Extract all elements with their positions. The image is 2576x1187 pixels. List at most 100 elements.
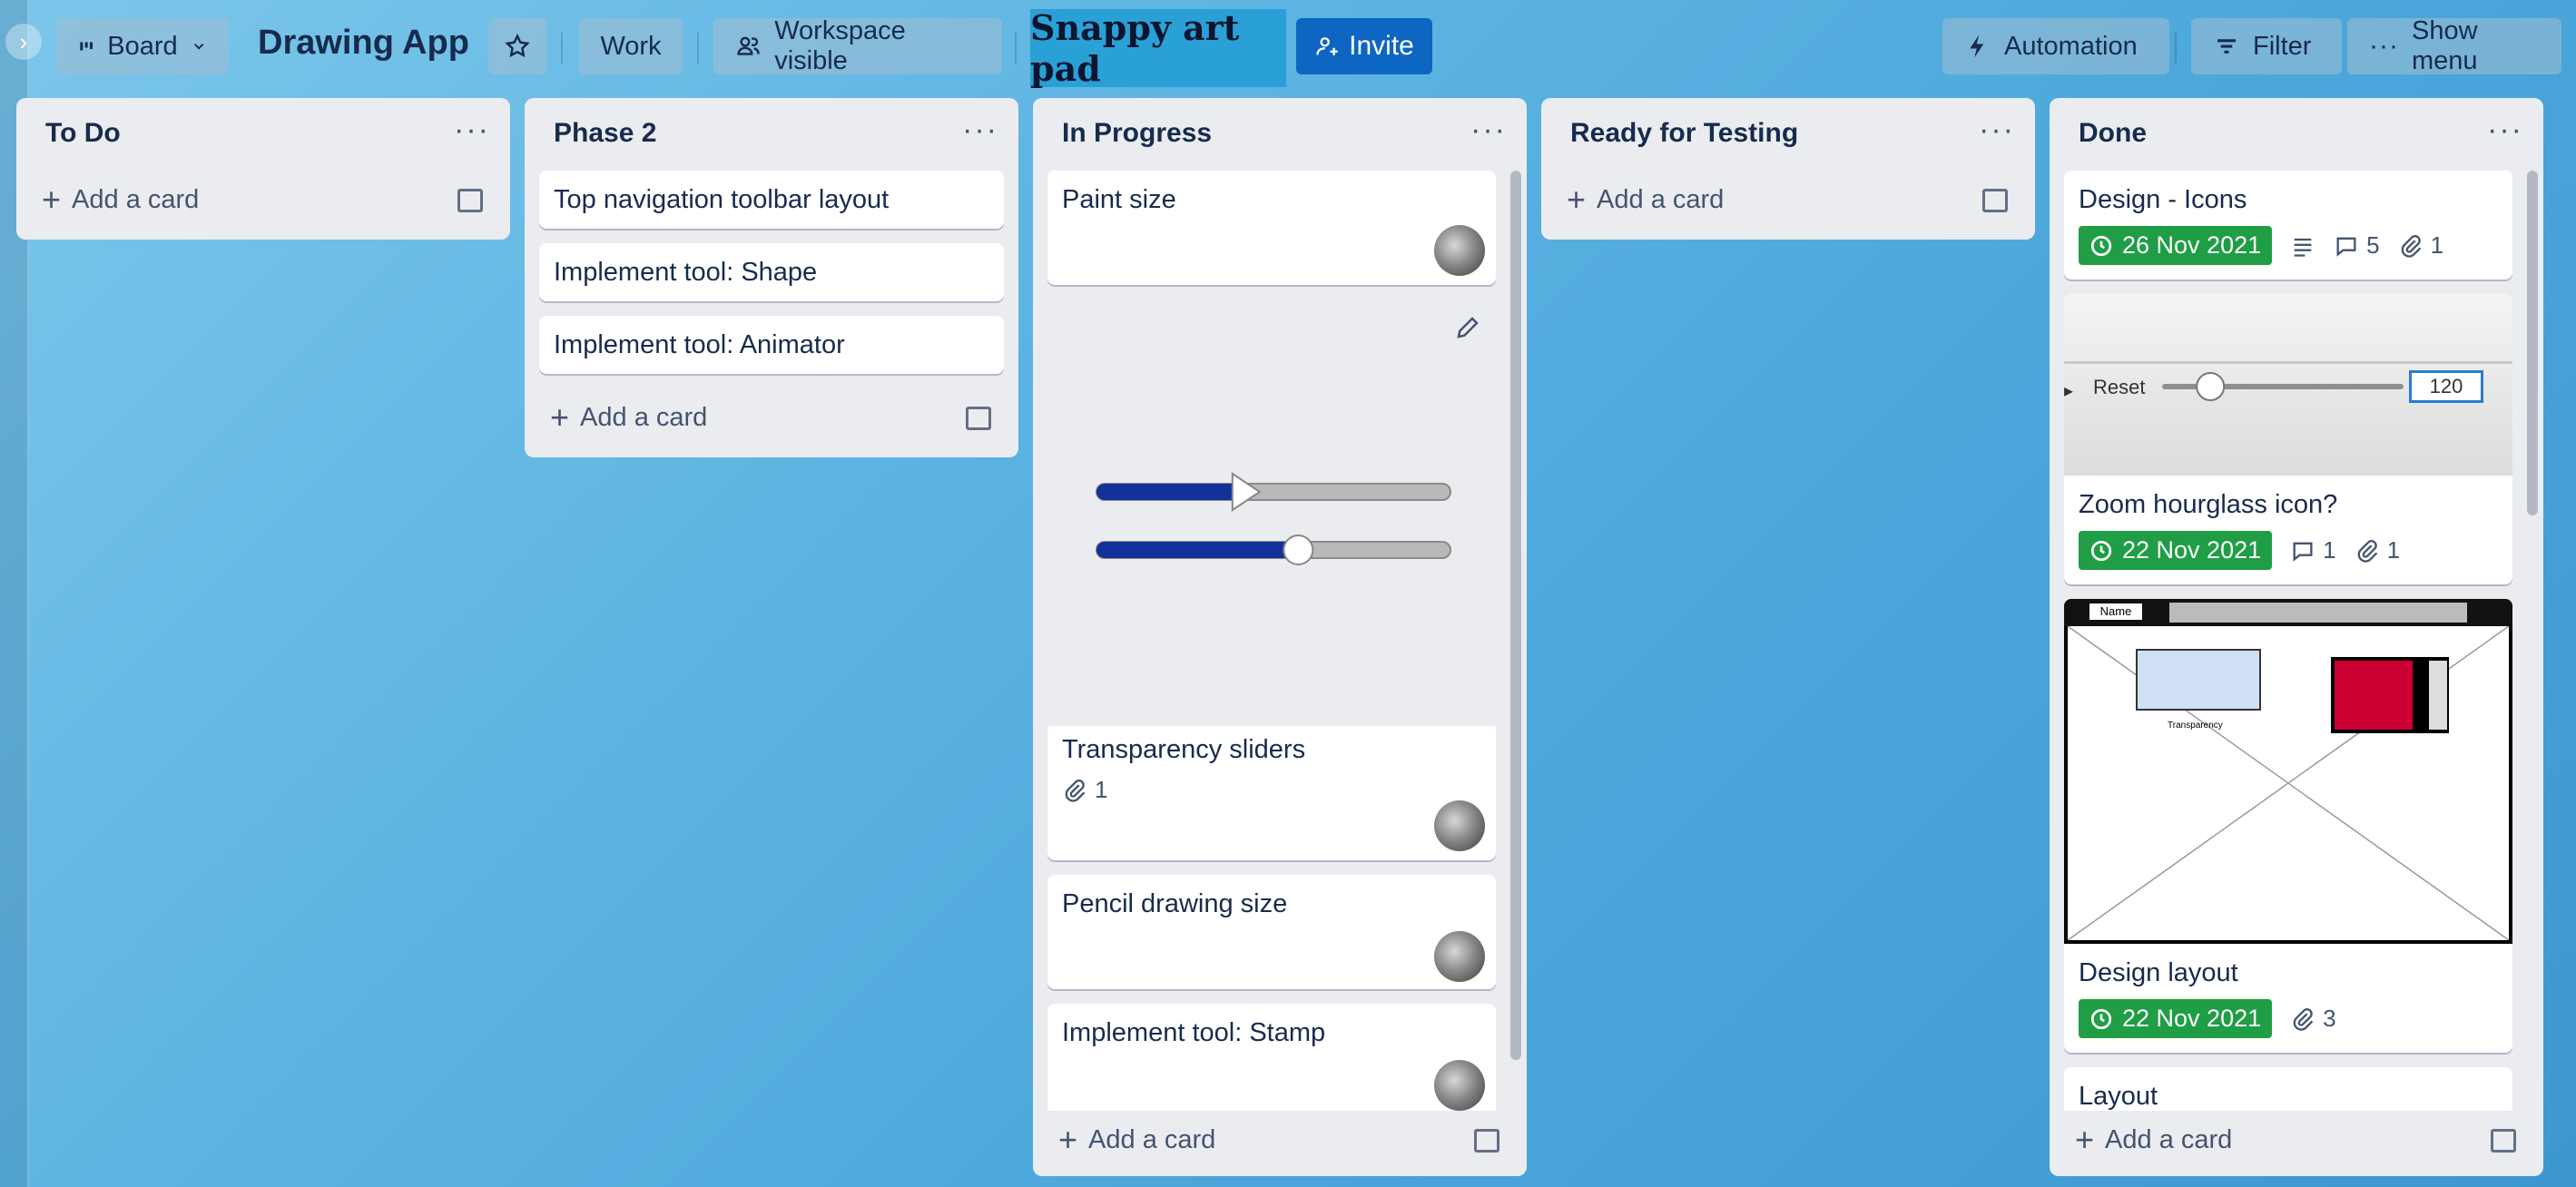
card-cover [1047, 299, 1496, 726]
slider-fill [1096, 484, 1245, 500]
card-template-icon[interactable] [1474, 1129, 1499, 1153]
list-menu-icon[interactable]: ··· [962, 113, 998, 148]
card-cover: Name Transparency [2064, 599, 2512, 944]
list-in-progress: In Progress ··· Paint size Transparency … [1033, 98, 1527, 1176]
list-menu-icon[interactable]: ··· [1470, 113, 1507, 148]
header-divider [697, 33, 699, 64]
card-cover: ▸ Reset 120 [2064, 294, 2512, 476]
add-card-button[interactable]: + Add a card [16, 171, 510, 229]
card-template-icon[interactable] [457, 189, 483, 212]
card-template-icon[interactable] [2491, 1129, 2516, 1153]
star-button[interactable] [488, 18, 546, 74]
automation-button[interactable]: Automation [1942, 18, 2169, 74]
card-template-icon[interactable] [966, 407, 991, 430]
attachment-badge: 1 [1062, 776, 1107, 804]
list-title[interactable]: Done [2079, 118, 2147, 149]
card[interactable]: Transparency sliders 1 [1047, 299, 1496, 860]
add-card-button[interactable]: + Add a card [525, 388, 1018, 446]
wireframe-canvas [2068, 626, 2509, 940]
slider-illustration [1096, 472, 1451, 565]
list-scrollbar[interactable] [1510, 171, 1521, 1060]
snappy-art-pad-banner: Snappy art pad [1030, 7, 1286, 89]
card[interactable]: ▸ Reset 120 Zoom hourglass icon? 22 Nov … [2064, 294, 2512, 584]
paperclip-icon [2293, 1007, 2314, 1031]
card-badges: 26 Nov 2021 5 1 [2064, 215, 2512, 280]
slider-thumb [1283, 535, 1314, 565]
due-date-badge[interactable]: 26 Nov 2021 [2079, 226, 2273, 265]
cover-arrow-icon: ▸ [2064, 381, 2074, 401]
card-badges: 22 Nov 2021 1 1 [2064, 520, 2512, 584]
list-menu-icon[interactable]: ··· [1979, 113, 2015, 148]
list-header: Done ··· [2050, 98, 2543, 171]
add-person-icon [1316, 37, 1338, 55]
card[interactable]: Implement tool: Shape [539, 243, 1004, 301]
list-header: To Do ··· [16, 98, 510, 171]
due-date-badge[interactable]: 22 Nov 2021 [2079, 999, 2273, 1038]
attachment-count: 1 [2386, 536, 2401, 564]
avatar[interactable] [1434, 225, 1485, 276]
card[interactable]: Implement tool: Animator [539, 316, 1004, 374]
cover-reset-label: Reset [2093, 376, 2146, 398]
list-cards-scroll[interactable]: Design - Icons 26 Nov 2021 5 1 ▸ Reset 1… [2050, 171, 2543, 1111]
filter-button[interactable]: Filter [2191, 18, 2342, 74]
visibility-button[interactable]: Workspace visible [713, 16, 1002, 75]
add-card-button[interactable]: + Add a card [1541, 171, 2035, 229]
show-menu-label: Show menu [2411, 16, 2478, 75]
card-badges: 22 Nov 2021 3 [2064, 988, 2512, 1053]
avatar[interactable] [1434, 800, 1485, 851]
invite-button[interactable]: Invite [1296, 18, 1432, 74]
card[interactable]: Design - Icons 26 Nov 2021 5 1 [2064, 171, 2512, 280]
card-template-icon[interactable] [1982, 189, 2008, 212]
list-phase-2: Phase 2 ··· Top navigation toolbar layou… [525, 98, 1018, 457]
list-to-do: To Do ··· + Add a card [16, 98, 510, 240]
list-title[interactable]: Ready for Testing [1570, 118, 1798, 149]
show-menu-button[interactable]: ··· Show menu [2347, 16, 2561, 75]
plus-icon: + [550, 398, 570, 436]
card[interactable]: Pencil drawing size [1047, 875, 1496, 989]
list-title[interactable]: To Do [45, 118, 121, 149]
lightning-icon [1970, 34, 1984, 58]
plus-icon: + [1058, 1121, 1078, 1158]
clock-icon [2090, 540, 2112, 561]
header-divider [2175, 33, 2177, 64]
list-title[interactable]: Phase 2 [554, 118, 656, 149]
card-title: Design layout [2079, 958, 2238, 987]
list-cards-scroll[interactable]: Paint size Transparency sliders 1 Pencil… [1033, 171, 1527, 1111]
list-menu-icon[interactable]: ··· [2487, 113, 2523, 148]
attachment-badge: 3 [2290, 1005, 2336, 1033]
list-scrollbar[interactable] [2527, 171, 2538, 515]
slider-thumb [2196, 372, 2226, 401]
board-title[interactable]: Drawing App [258, 24, 469, 63]
board-view-switcher[interactable]: Board [56, 18, 229, 74]
list-menu-icon[interactable]: ··· [454, 113, 490, 148]
board-icon [80, 42, 93, 51]
description-icon [2294, 238, 2312, 257]
list-header: Phase 2 ··· [525, 98, 1018, 171]
attachment-badge: 1 [2355, 536, 2400, 564]
comment-badge: 1 [2290, 536, 2336, 564]
due-date-badge[interactable]: 22 Nov 2021 [2079, 531, 2273, 570]
card-title: Pencil drawing size [1062, 889, 1288, 918]
card[interactable]: Name Transparency Design layout 22 Nov 2… [2064, 599, 2512, 1053]
cover-tool-strip [2169, 603, 2467, 623]
list-ready-for-testing: Ready for Testing ··· + Add a card [1541, 98, 2035, 240]
list-title[interactable]: In Progress [1062, 118, 1212, 149]
card[interactable]: Paint size [1047, 171, 1496, 285]
header-divider [561, 33, 563, 64]
card-title: Transparency sliders [1062, 735, 1306, 764]
card-title: Design - Icons [2079, 185, 2247, 214]
paperclip-icon [2401, 234, 2421, 258]
workspace-button[interactable]: Work [579, 18, 683, 74]
avatar[interactable] [1434, 1060, 1485, 1111]
add-card-label: Add a card [1597, 184, 1725, 214]
plus-icon: + [42, 181, 62, 218]
card[interactable]: Top navigation toolbar layout [539, 171, 1004, 229]
add-card-button[interactable]: + Add a card [1033, 1111, 1527, 1169]
add-card-button[interactable]: + Add a card [2050, 1111, 2543, 1169]
avatar[interactable] [1434, 931, 1485, 982]
header-divider [1015, 33, 1017, 64]
card[interactable]: Implement tool: Stamp [1047, 1004, 1496, 1111]
card[interactable]: Layout [2064, 1067, 2512, 1111]
attachment-count: 1 [2430, 231, 2444, 259]
cover-name-label: Name [2089, 603, 2142, 620]
